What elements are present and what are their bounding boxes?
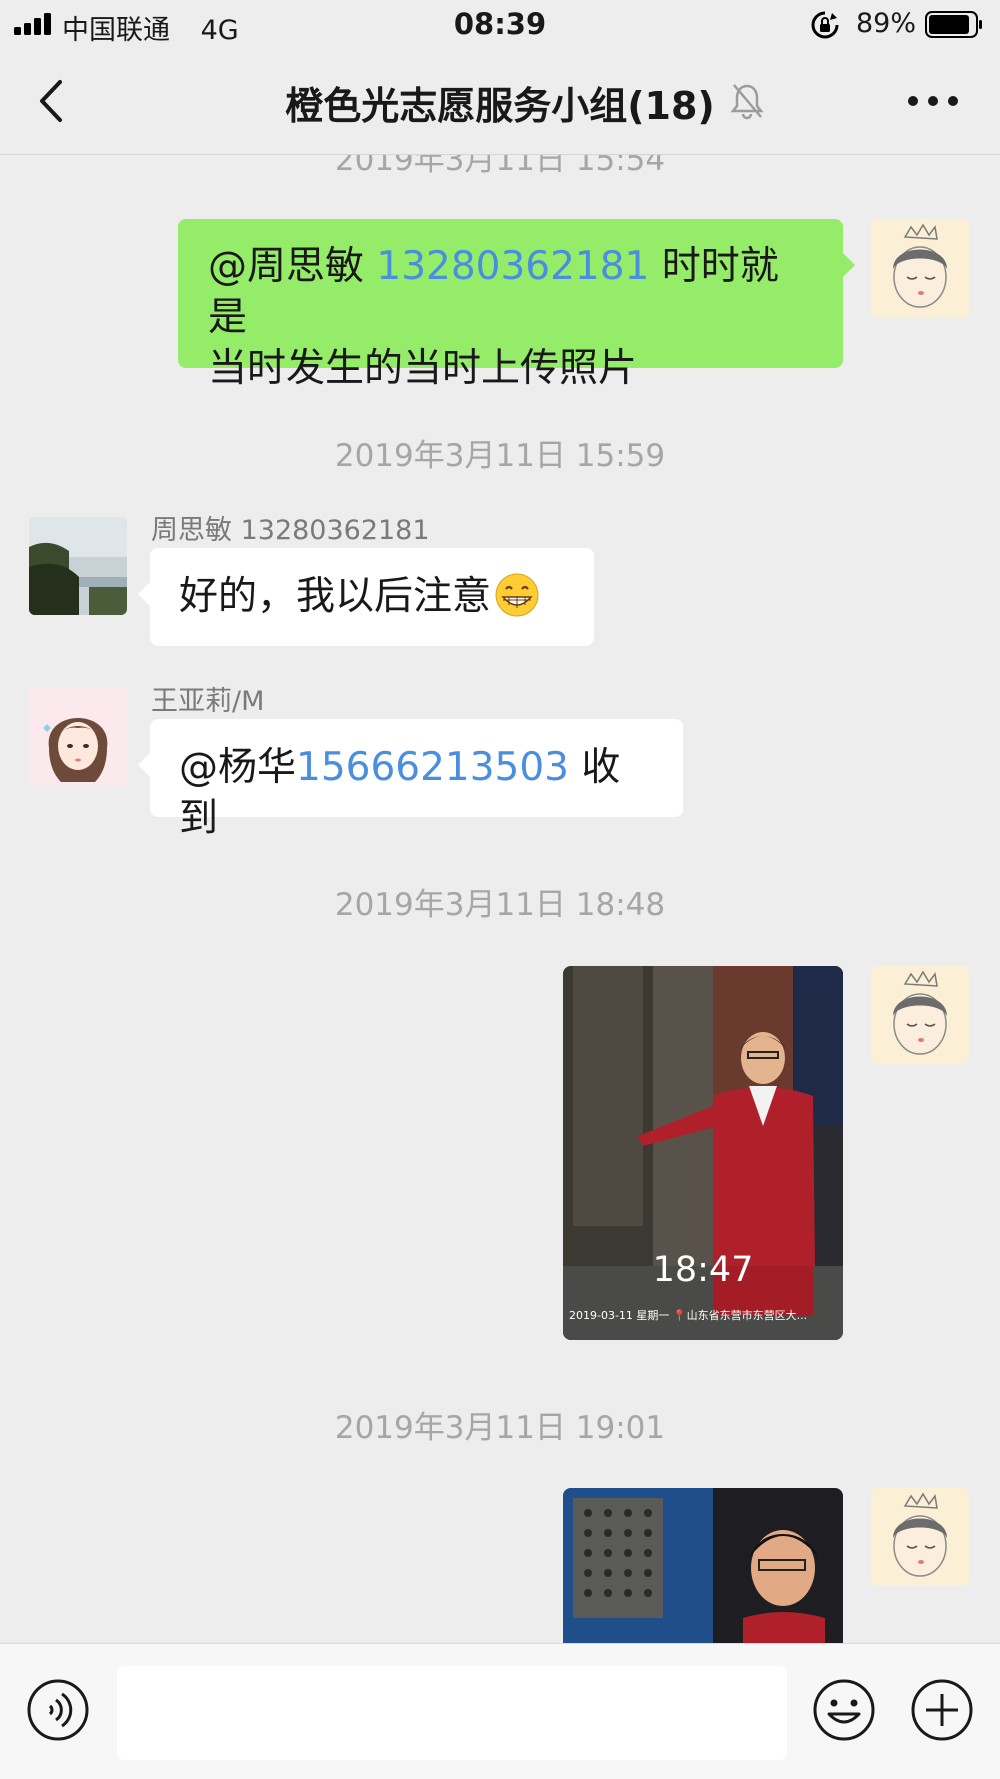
plus-circle-icon[interactable] xyxy=(910,1678,974,1742)
sender-name: 周思敏 13280362181 xyxy=(151,515,430,546)
bell-off-icon xyxy=(730,84,764,120)
outgoing-message-bubble[interactable]: @周思敏 13280362181 时时就是 当时发生的当时上传照片 xyxy=(178,219,855,391)
more-dots-icon[interactable] xyxy=(905,84,961,118)
photo-timestamp-overlay: 18:47 xyxy=(652,1250,754,1290)
incoming-message-bubble[interactable]: @杨华15666213503 收到 xyxy=(138,719,683,841)
phone-number-link[interactable]: 15666213503 xyxy=(296,745,569,790)
chat-input-bar xyxy=(0,1643,1000,1779)
rotation-lock-icon xyxy=(811,11,839,39)
outgoing-photo-message[interactable] xyxy=(563,1488,843,1643)
status-bar: 中国联通 4G 08:39 89% xyxy=(0,0,1000,50)
photo-location-caption: 2019-03-11 星期一 📍山东省东营市东营区大... xyxy=(569,1309,808,1322)
battery-icon xyxy=(925,11,982,38)
mention[interactable]: @杨华 xyxy=(179,745,296,790)
mention[interactable]: @周思敏 xyxy=(208,244,364,289)
message-text: 当时发生的当时上传照片 xyxy=(208,346,638,391)
message-timestamp: 2019年3月11日 15:59 xyxy=(334,438,666,474)
sender-avatar[interactable] xyxy=(29,688,127,786)
message-input[interactable] xyxy=(117,1666,787,1760)
outgoing-photo-message[interactable]: 18:47 2019-03-11 星期一 📍山东省东营市东营区大... xyxy=(563,966,843,1340)
voice-icon[interactable] xyxy=(26,1678,90,1742)
chat-header: 橙色光志愿服务小组(18) xyxy=(0,50,1000,155)
battery-percent: 89% xyxy=(856,8,917,39)
grinning-face-icon xyxy=(495,573,539,617)
phone-number-link[interactable]: 13280362181 xyxy=(376,244,649,289)
volunteer-photo xyxy=(563,1488,843,1643)
chat-title: 橙色光志愿服务小组(18) xyxy=(285,84,715,128)
message-timestamp: 2019年3月11日 18:48 xyxy=(334,887,666,923)
message-timestamp: 2019年3月11日 19:01 xyxy=(334,1410,666,1446)
incoming-message-bubble[interactable]: 好的，我以后注意 xyxy=(138,548,594,646)
my-avatar[interactable] xyxy=(871,966,969,1064)
status-time: 08:39 xyxy=(453,7,547,41)
sender-name: 王亚莉/M xyxy=(151,686,265,717)
smiley-icon[interactable] xyxy=(812,1678,876,1742)
sender-avatar[interactable] xyxy=(29,517,127,615)
my-avatar[interactable] xyxy=(871,219,969,317)
message-text: 好的，我以后注意 xyxy=(179,574,492,619)
my-avatar[interactable] xyxy=(871,1488,969,1586)
